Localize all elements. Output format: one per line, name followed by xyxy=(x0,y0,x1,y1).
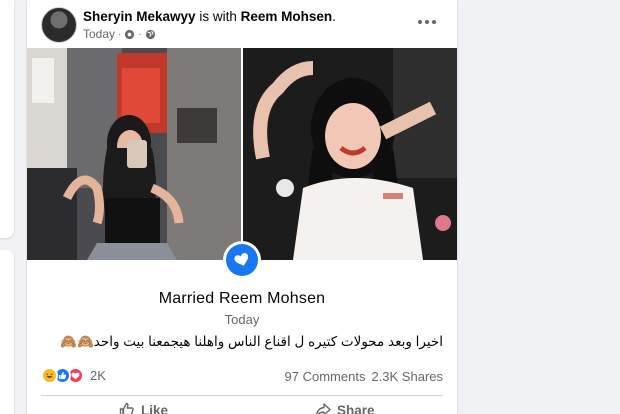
more-dot xyxy=(425,20,429,24)
share-button[interactable]: Share xyxy=(315,402,375,414)
with-text: is with xyxy=(199,9,237,24)
post-time[interactable]: Today xyxy=(83,27,115,41)
post-stats: 97 Comments 2.3K Shares xyxy=(285,369,443,384)
more-dot xyxy=(418,20,422,24)
like-icon xyxy=(119,402,134,414)
life-event-title: Married Reem Mohsen xyxy=(158,290,326,307)
photo-image xyxy=(27,48,241,260)
like-label: Like xyxy=(141,402,169,414)
haha-reaction-icon xyxy=(41,367,58,384)
tagged-name[interactable]: Reem Mohsen xyxy=(241,9,333,24)
thumb-shape xyxy=(58,371,67,380)
reactions-count: 2K xyxy=(90,368,106,383)
photo-right[interactable] xyxy=(243,48,457,260)
haha-face xyxy=(46,373,53,378)
reactions-summary[interactable]: 2K xyxy=(41,367,106,384)
globe-icon[interactable] xyxy=(145,29,156,40)
author-line: Sheryin Mekawyy is with Reem Mohsen. xyxy=(83,9,336,24)
like-button[interactable]: Like xyxy=(119,402,168,414)
dot-separator: · xyxy=(138,28,142,40)
photo-image xyxy=(243,48,457,260)
post-caption: اخيرا وبعد محولات كتيره ل اقناع الناس وا… xyxy=(60,334,443,349)
side-card xyxy=(0,250,14,414)
life-event-date: Today xyxy=(224,312,260,327)
more-options-button[interactable] xyxy=(413,10,441,34)
love-heart-shape xyxy=(71,372,80,379)
photo-left[interactable] xyxy=(27,48,241,260)
post-header: Sheryin Mekawyy is with Reem Mohsen. Tod… xyxy=(27,0,457,48)
life-event-icon xyxy=(223,241,261,279)
feed-post: Sheryin Mekawyy is with Reem Mohsen. Tod… xyxy=(27,0,457,414)
action-divider xyxy=(41,395,443,396)
shares-count[interactable]: 2.3K Shares xyxy=(371,369,443,384)
dot-icon xyxy=(125,29,135,39)
author-avatar[interactable] xyxy=(41,7,77,43)
tagged-suffix: . xyxy=(332,9,336,24)
comments-count[interactable]: 97 Comments xyxy=(285,369,366,384)
dot-separator: · xyxy=(118,28,122,40)
share-label: Share xyxy=(337,402,375,414)
share-icon xyxy=(316,403,331,414)
more-dot xyxy=(432,20,436,24)
post-meta: Today · · xyxy=(83,27,156,41)
author-name[interactable]: Sheryin Mekawyy xyxy=(83,9,196,24)
photo-grid xyxy=(27,48,457,260)
heart-icon xyxy=(226,244,258,276)
heart-shape xyxy=(234,253,249,266)
side-card xyxy=(0,0,14,238)
